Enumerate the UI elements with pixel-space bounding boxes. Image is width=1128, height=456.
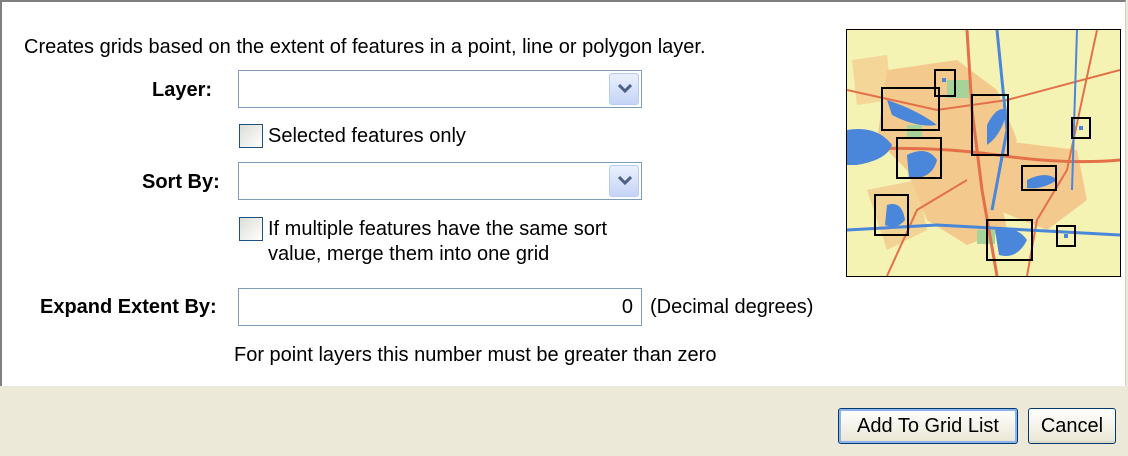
sort-by-dropdown-button[interactable]: [609, 165, 639, 197]
options-panel: Creates grids based on the extent of fea…: [0, 0, 1126, 386]
expand-extent-input[interactable]: 0: [238, 288, 642, 326]
layer-dropdown-button[interactable]: [609, 73, 639, 105]
expand-extent-hint: For point layers this number must be gre…: [234, 344, 717, 366]
grid-extent-map-illustration: [846, 29, 1121, 277]
sort-by-label: Sort By:: [142, 171, 220, 193]
sort-by-dropdown[interactable]: [238, 162, 642, 200]
chevron-down-icon: [618, 84, 632, 94]
chevron-down-icon: [618, 176, 632, 186]
selected-only-label: Selected features only: [268, 125, 466, 147]
expand-extent-label: Expand Extent By:: [40, 296, 217, 318]
expand-extent-unit: (Decimal degrees): [650, 296, 814, 318]
merge-label-line2: value, merge them into one grid: [268, 243, 550, 265]
layer-dropdown[interactable]: [238, 70, 642, 108]
cancel-button[interactable]: Cancel: [1028, 408, 1116, 444]
merge-checkbox[interactable]: [239, 217, 263, 241]
layer-label: Layer:: [152, 79, 213, 101]
add-to-grid-list-button[interactable]: Add To Grid List: [838, 408, 1018, 444]
merge-label-line1: If multiple features have the same sort: [268, 218, 608, 240]
description-text: Creates grids based on the extent of fea…: [24, 36, 706, 58]
selected-only-checkbox[interactable]: [239, 124, 263, 148]
